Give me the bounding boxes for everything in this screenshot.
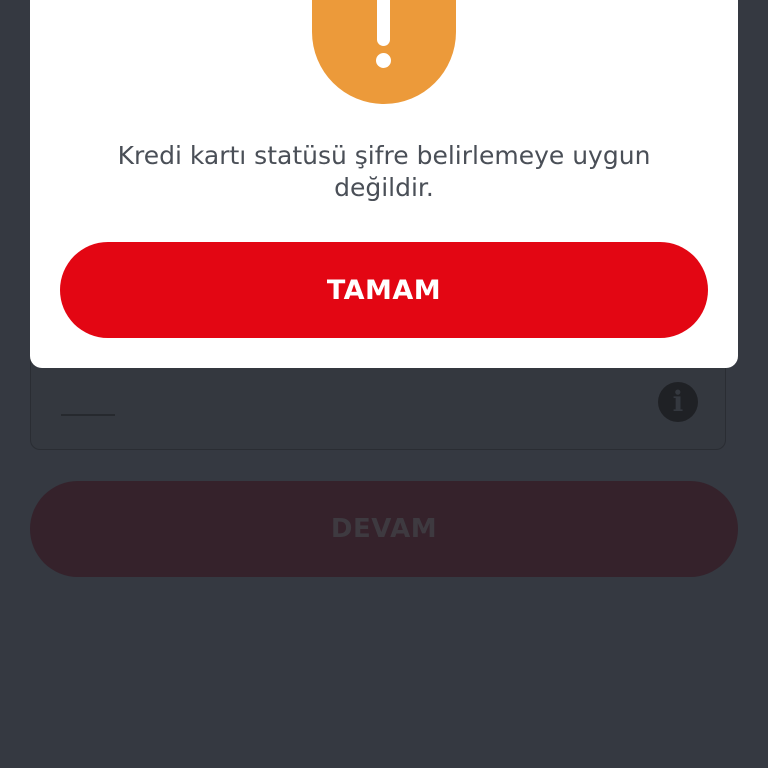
continue-button[interactable]: DEVAM [30, 481, 738, 577]
alert-dialog: Kredi kartı statüsü şifre belirlemeye uy… [30, 0, 738, 368]
screen: i DEVAM Kredi kartı statüsü şifre belirl… [0, 0, 768, 768]
input-underline [61, 414, 115, 416]
exclamation-dot [376, 53, 391, 68]
warning-icon [312, 0, 456, 104]
ok-button[interactable]: TAMAM [60, 242, 708, 338]
exclamation-bar [377, 0, 390, 46]
info-icon[interactable]: i [658, 382, 698, 422]
dialog-message: Kredi kartı statüsü şifre belirlemeye uy… [117, 141, 651, 202]
